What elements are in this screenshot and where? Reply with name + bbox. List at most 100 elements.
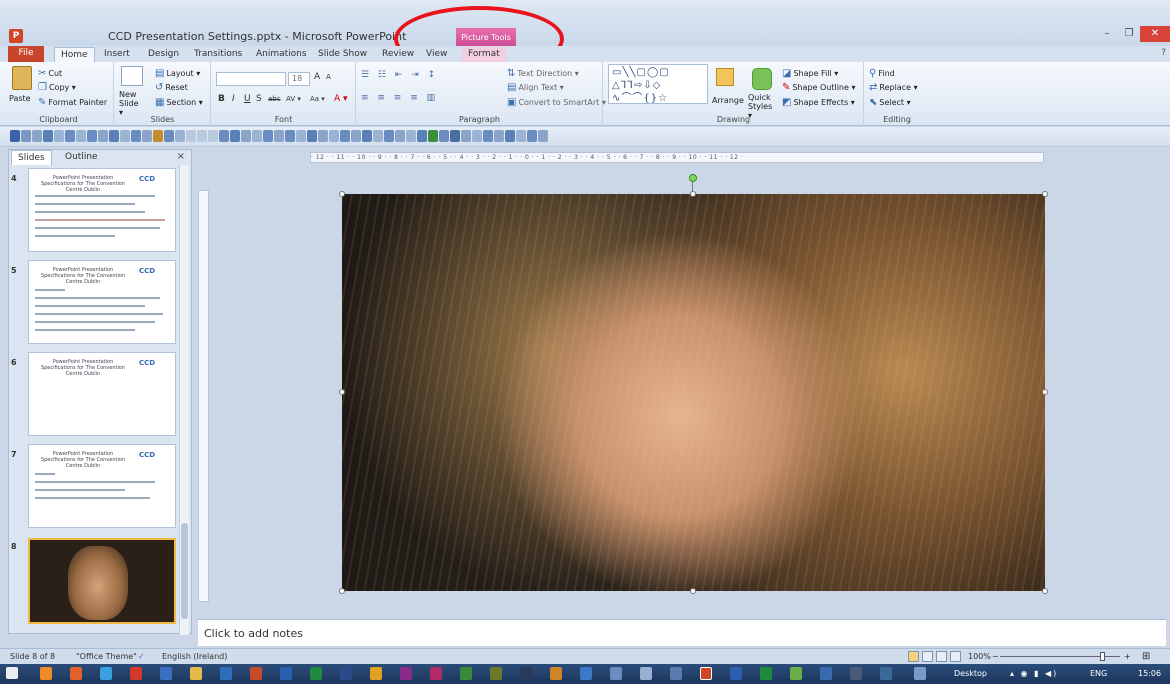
tab-slides[interactable]: Slides [11, 150, 52, 165]
toolbar-icon[interactable] [285, 130, 295, 142]
desktop-toolbar[interactable]: Desktop [954, 664, 987, 684]
align-text-button[interactable]: ▤ Align Text ▾ [507, 82, 564, 93]
italic-button[interactable]: I [232, 94, 235, 104]
toolbar-icon[interactable] [329, 130, 339, 142]
spelling-icon[interactable]: ✓ [138, 649, 145, 664]
taskbar-app-icon[interactable] [310, 667, 322, 680]
taskbar-app-icon[interactable] [370, 667, 382, 680]
copy-button[interactable]: ❐ Copy ▾ [38, 82, 76, 93]
toolbar-icon[interactable] [98, 130, 108, 142]
resize-handle[interactable] [339, 191, 345, 197]
layout-button[interactable]: ▤ Layout ▾ [155, 68, 200, 79]
toolbar-icon[interactable] [296, 130, 306, 142]
font-name-combo[interactable] [216, 72, 286, 86]
shape-effects-button[interactable]: ◩ Shape Effects ▾ [782, 97, 855, 108]
toolbar-icon[interactable] [164, 130, 174, 142]
taskbar-powerpoint-icon[interactable] [700, 667, 712, 680]
underline-button[interactable]: U [244, 94, 251, 104]
taskbar-app-icon[interactable] [460, 667, 472, 680]
resize-handle[interactable] [1042, 191, 1048, 197]
slideshow-view-button[interactable] [950, 651, 961, 662]
strikethrough-button[interactable]: abc [268, 95, 281, 103]
taskbar-app-icon[interactable] [40, 667, 52, 680]
taskbar-app-icon[interactable] [640, 667, 652, 680]
zoom-slider-knob[interactable] [1100, 652, 1105, 661]
toolbar-icon[interactable] [186, 130, 196, 142]
toolbar-icon[interactable] [142, 130, 152, 142]
reset-button[interactable]: ↺ Reset [155, 82, 188, 93]
taskbar-app-icon[interactable] [190, 667, 202, 680]
taskbar-app-icon[interactable] [730, 667, 742, 680]
shape-outline-button[interactable]: ✎ Shape Outline ▾ [782, 82, 855, 93]
resize-handle[interactable] [1042, 588, 1048, 594]
toolbar-icon[interactable] [417, 130, 427, 142]
taskbar-app-icon[interactable] [250, 667, 262, 680]
undo-icon[interactable] [21, 130, 31, 142]
taskbar-app-icon[interactable] [340, 667, 352, 680]
tray-icons[interactable]: ▴ ◉ ▮ ◀) [1010, 664, 1058, 684]
zoom-in-button[interactable]: + [1124, 649, 1131, 664]
tab-insert[interactable]: Insert [98, 47, 136, 62]
restore-button[interactable]: ❐ [1118, 26, 1140, 42]
toolbar-icon[interactable] [76, 130, 86, 142]
rotation-handle[interactable] [689, 174, 697, 182]
taskbar-app-icon[interactable] [490, 667, 502, 680]
toolbar-icon[interactable] [109, 130, 119, 142]
theme-name[interactable]: "Office Theme" [76, 649, 137, 664]
vertical-ruler[interactable] [198, 190, 209, 602]
font-size-combo[interactable]: 18 [288, 72, 310, 86]
toolbar-icon[interactable] [351, 130, 361, 142]
toolbar-icon[interactable] [120, 130, 130, 142]
resize-handle[interactable] [339, 588, 345, 594]
clock[interactable]: 15:06 [1138, 664, 1161, 684]
shape-fill-button[interactable]: ◪ Shape Fill ▾ [782, 68, 838, 79]
slide-thumbnail[interactable]: PowerPoint Presentation Specifications f… [28, 444, 176, 528]
toolbar-icon[interactable] [494, 130, 504, 142]
normal-view-button[interactable] [908, 651, 919, 662]
tab-animations[interactable]: Animations [250, 47, 313, 62]
select-button[interactable]: ⬉ Select ▾ [869, 97, 911, 108]
tab-format[interactable]: Format [462, 47, 506, 62]
toolbar-icon[interactable] [175, 130, 185, 142]
toolbar-icon[interactable] [527, 130, 537, 142]
slide-thumbnail[interactable]: PowerPoint Presentation Specifications f… [28, 168, 176, 252]
taskbar-app-icon[interactable] [160, 667, 172, 680]
toolbar-icon[interactable] [450, 130, 460, 142]
toolbar-icon[interactable] [43, 130, 53, 142]
start-button[interactable] [6, 667, 18, 679]
toolbar-icon[interactable] [87, 130, 97, 142]
redo-icon[interactable] [32, 130, 42, 142]
toolbar-icon[interactable] [340, 130, 350, 142]
toolbar-icon[interactable] [219, 130, 229, 142]
taskbar-app-icon[interactable] [760, 667, 772, 680]
resize-handle[interactable] [1042, 389, 1048, 395]
slide-thumbnail-selected[interactable] [28, 538, 176, 624]
quick-styles-icon[interactable] [752, 68, 772, 90]
tab-home[interactable]: Home [54, 47, 95, 62]
taskbar-app-icon[interactable] [550, 667, 562, 680]
toolbar-icon[interactable] [428, 130, 438, 142]
toolbar-icon[interactable] [318, 130, 328, 142]
toolbar-icon[interactable] [307, 130, 317, 142]
toolbar-icon[interactable] [197, 130, 207, 142]
taskbar-app-icon[interactable] [220, 667, 232, 680]
toolbar-icon[interactable] [263, 130, 273, 142]
language-tray[interactable]: ENG [1090, 664, 1107, 684]
find-button[interactable]: ⚲ Find [869, 68, 895, 79]
horizontal-ruler[interactable]: · 12 · · 11 · · 10 · · 9 · · 8 · · 7 · ·… [310, 152, 1044, 163]
new-slide-icon[interactable] [121, 66, 143, 86]
toolbar-icon[interactable] [516, 130, 526, 142]
tab-view[interactable]: View [420, 47, 453, 62]
zoom-level[interactable]: 100% [968, 649, 991, 664]
alignment-buttons[interactable]: ≡ ≡ ≡ ≡ ▥ [361, 93, 438, 103]
slide-thumbnail[interactable]: PowerPoint Presentation Specifications f… [28, 352, 176, 436]
taskbar-app-icon[interactable] [430, 667, 442, 680]
taskbar-app-icon[interactable] [130, 667, 142, 680]
shadow-button[interactable]: S [256, 94, 262, 104]
slide-thumbnail[interactable]: PowerPoint Presentation Specifications f… [28, 260, 176, 344]
scrollbar-thumb[interactable] [181, 523, 188, 619]
taskbar-app-icon[interactable] [820, 667, 832, 680]
tab-design[interactable]: Design [142, 47, 185, 62]
new-slide-button[interactable]: New Slide ▾ [119, 90, 145, 117]
cut-button[interactable]: ✂ Cut [38, 68, 62, 79]
